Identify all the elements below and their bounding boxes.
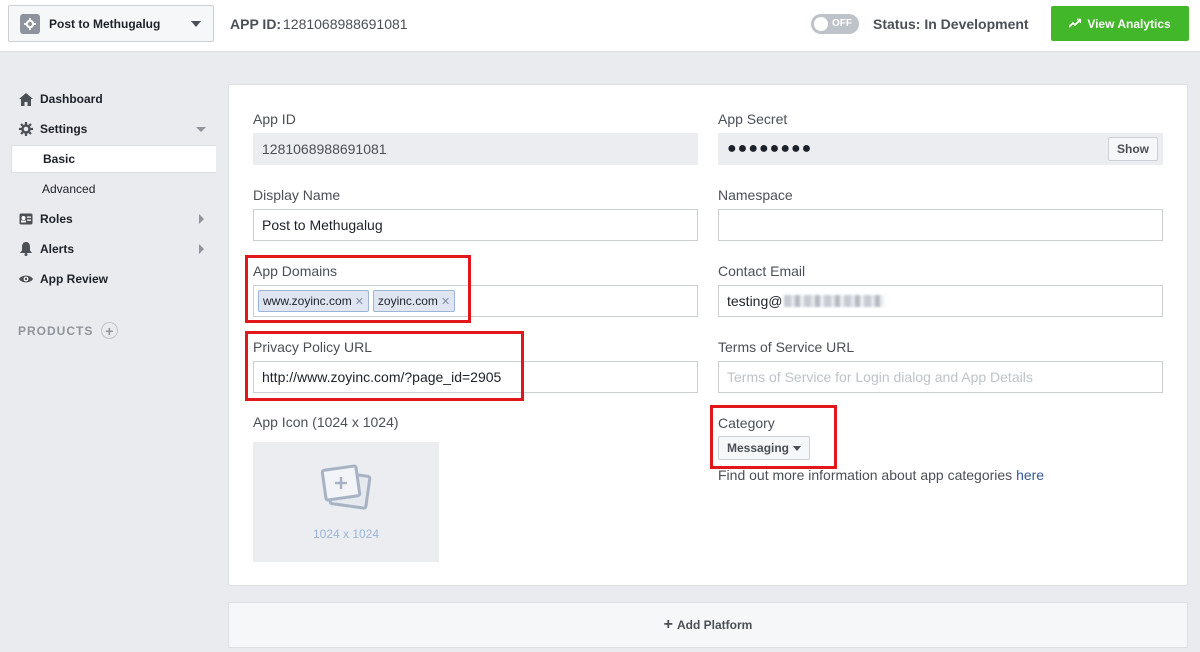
app-id-field: 1281068988691081 (253, 133, 698, 165)
sidebar-item-basic[interactable]: Basic (11, 145, 216, 173)
namespace-label: Namespace (718, 187, 793, 203)
contact-email-value: testing@ (727, 293, 783, 309)
plus-icon: + (663, 616, 673, 633)
id-card-icon (18, 211, 34, 227)
app-selector[interactable]: Post to Methugalug (8, 5, 214, 42)
app-secret-label: App Secret (718, 111, 788, 127)
sidebar-item-settings[interactable]: Settings (10, 115, 216, 143)
category-help-link[interactable]: here (1016, 467, 1044, 483)
add-product-plus-icon[interactable]: + (101, 322, 119, 339)
chevron-right-icon (199, 244, 204, 254)
image-placeholder-icon (318, 464, 374, 517)
bell-icon (18, 241, 34, 257)
namespace-input[interactable] (718, 209, 1163, 241)
show-secret-button[interactable]: Show (1108, 137, 1158, 161)
toggle-knob (814, 17, 828, 31)
view-analytics-button[interactable]: View Analytics (1051, 6, 1189, 41)
app-secret-field: ●●●●●●●● Show (718, 133, 1163, 165)
sidebar-item-label: Roles (40, 212, 73, 226)
view-analytics-label: View Analytics (1087, 16, 1171, 31)
terms-of-service-label: Terms of Service URL (718, 339, 855, 355)
app-icon-size-label: 1024 x 1024 (312, 526, 380, 541)
category-help-label: Find out more information about app cate… (718, 467, 1017, 483)
add-platform-button[interactable]: + Add Platform (228, 602, 1188, 648)
highlight-box-app-domains (245, 255, 471, 323)
sidebar-item-app-review[interactable]: App Review (10, 265, 216, 293)
sidebar-item-label: Dashboard (40, 92, 103, 106)
sidebar-item-label: Alerts (40, 242, 75, 256)
chevron-down-icon (191, 21, 201, 27)
trending-up-icon (1068, 17, 1082, 31)
sidebar-item-label: Settings (40, 122, 88, 136)
products-label: PRODUCTS (18, 323, 94, 338)
home-icon (18, 91, 34, 107)
sidebar-item-advanced[interactable]: Advanced (11, 175, 216, 203)
basic-settings-panel: App ID 1281068988691081 App Secret ●●●●●… (228, 84, 1188, 586)
app-id-value: 1281068988691081 (283, 16, 408, 32)
display-name-input[interactable]: Post to Methugalug (253, 209, 698, 241)
redacted-email-blur (784, 295, 885, 307)
top-bar: Post to Methugalug APP ID: 1281068988691… (0, 0, 1200, 52)
gear-icon (18, 121, 34, 137)
app-icon-label: App Icon (1024 x 1024) (253, 414, 399, 430)
sidebar-item-roles[interactable]: Roles (10, 205, 216, 233)
display-name-label: Display Name (253, 187, 341, 203)
app-name: Post to Methugalug (49, 16, 161, 31)
eye-icon (18, 271, 34, 287)
category-help-text: Find out more information about app cate… (718, 467, 1044, 483)
terms-of-service-input[interactable]: Terms of Service for Login dialog and Ap… (718, 361, 1163, 393)
contact-email-label: Contact Email (718, 263, 806, 279)
app-id-field-label: App ID (253, 111, 296, 127)
gear-icon (20, 13, 40, 34)
products-section: PRODUCTS + (18, 322, 119, 339)
toggle-text: OFF (832, 18, 852, 29)
app-secret-value: ●●●●●●●● (727, 140, 813, 157)
live-toggle[interactable]: OFF (811, 14, 859, 34)
status-text: Status: In Development (873, 16, 1029, 32)
contact-email-input[interactable]: testing@ (718, 285, 1163, 317)
app-id-label: APP ID: (230, 16, 282, 32)
highlight-box-privacy-policy (245, 331, 524, 401)
app-icon-upload[interactable]: 1024 x 1024 (253, 442, 439, 562)
sidebar-item-alerts[interactable]: Alerts (10, 235, 216, 263)
add-platform-label: Add Platform (677, 618, 753, 632)
sidebar-item-dashboard[interactable]: Dashboard (10, 85, 216, 113)
sidebar-item-label: App Review (40, 272, 109, 286)
chevron-down-icon (196, 127, 206, 132)
chevron-right-icon (199, 214, 204, 224)
highlight-box-category (710, 405, 837, 469)
